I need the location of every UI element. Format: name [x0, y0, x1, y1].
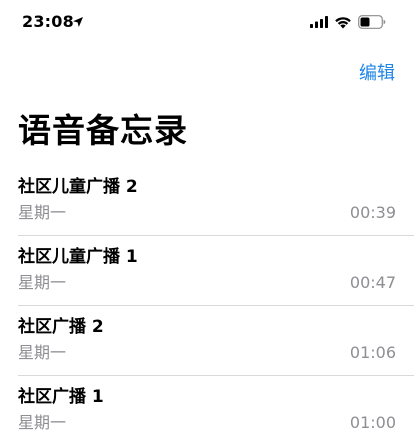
memo-item[interactable]: 社区广播 1 星期一 01:00: [0, 376, 414, 446]
memo-date: 星期一: [18, 203, 67, 222]
memo-date: 星期一: [18, 413, 67, 432]
memo-title: 社区儿童广播 1: [18, 247, 138, 267]
memo-item[interactable]: 社区儿童广播 2 星期一 00:39: [0, 166, 414, 236]
page-title: 语音备忘录: [18, 111, 188, 150]
memo-title: 社区儿童广播 2: [18, 177, 138, 197]
signal-icon: [310, 16, 328, 28]
status-bar: 23:08: [0, 0, 414, 44]
memo-item[interactable]: 社区广播 2 星期一 01:06: [0, 306, 414, 376]
edit-button[interactable]: 编辑: [359, 62, 395, 86]
memo-title: 社区广播 2: [18, 317, 104, 337]
memo-date: 星期一: [18, 343, 67, 362]
memo-date: 星期一: [18, 273, 67, 292]
status-icons: [302, 13, 392, 31]
memo-title: 社区广播 1: [18, 387, 104, 407]
memo-duration: 01:06: [349, 343, 396, 362]
memo-duration: 00:39: [349, 203, 396, 222]
location-arrow-icon: [73, 17, 83, 27]
memo-list: 社区儿童广播 2 星期一 00:39 社区儿童广播 1 星期一 00:47 社区…: [0, 166, 414, 446]
memo-duration: 01:00: [349, 413, 396, 432]
memo-item[interactable]: 社区儿童广播 1 星期一 00:47: [0, 236, 414, 306]
battery-icon: [358, 15, 386, 29]
memo-duration: 00:47: [349, 273, 396, 292]
status-time: 23:08: [22, 12, 74, 31]
wifi-icon: [335, 17, 351, 29]
